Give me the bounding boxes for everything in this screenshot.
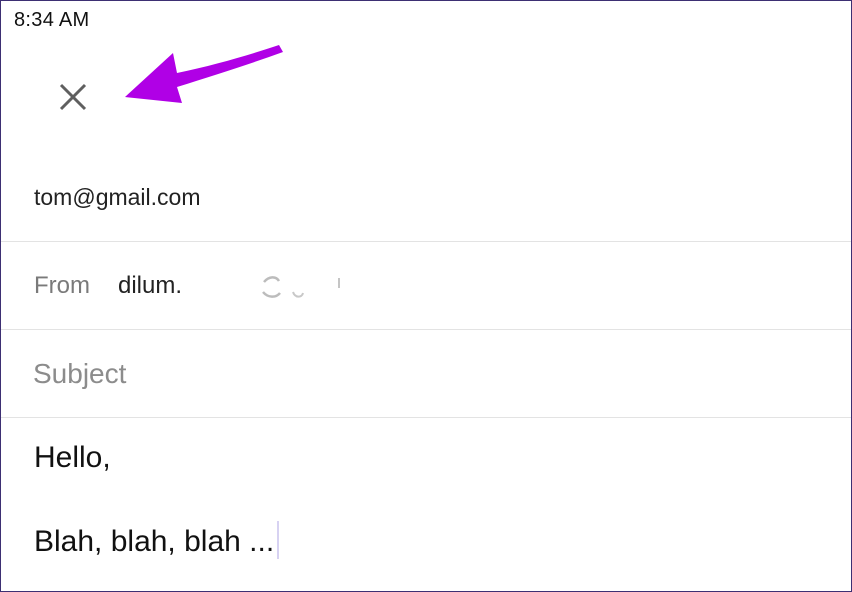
redacted-email-fragment xyxy=(262,276,340,298)
body-line-message: Blah, blah, blah ... xyxy=(34,521,280,559)
from-field-row[interactable]: From dilum. xyxy=(1,242,851,330)
annotation-arrow xyxy=(125,45,283,103)
body-line-greeting: Hello, xyxy=(34,441,111,474)
status-bar-time: 8:34 AM xyxy=(14,9,90,31)
body-line-message-text: Blah, blah, blah ... xyxy=(34,525,275,558)
close-button[interactable] xyxy=(53,77,93,117)
to-recipient-value[interactable]: tom@gmail.com xyxy=(34,184,201,211)
to-field-row[interactable]: tom@gmail.com xyxy=(1,153,851,242)
subject-input[interactable] xyxy=(33,356,793,392)
subject-field-row[interactable] xyxy=(1,330,851,418)
text-cursor xyxy=(277,521,280,559)
compose-screen: 8:34 AM tom@gmail.com From dilum. Hello,… xyxy=(0,0,852,592)
close-icon xyxy=(59,83,87,111)
from-account-value[interactable]: dilum. xyxy=(118,272,182,300)
from-label: From xyxy=(34,272,90,299)
